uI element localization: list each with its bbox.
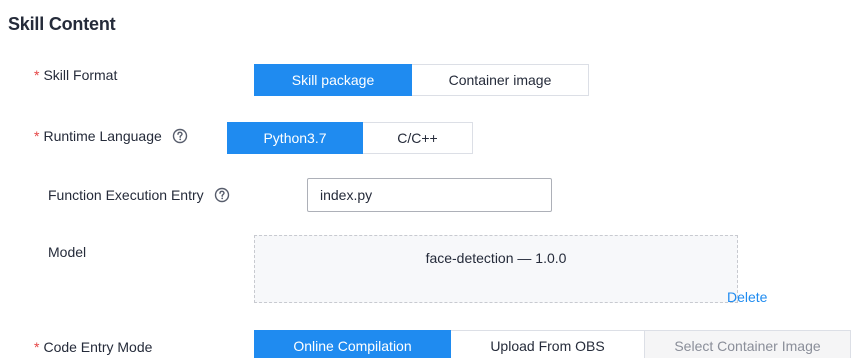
model-label-text: Model xyxy=(48,244,87,260)
skill-format-label-text: Skill Format xyxy=(43,67,118,83)
model-selection-box: face-detection — 1.0.0 xyxy=(254,235,738,303)
question-circle-icon[interactable] xyxy=(214,187,230,203)
function-entry-input[interactable] xyxy=(307,178,552,212)
code-entry-option-upload-from-obs[interactable]: Upload From OBS xyxy=(450,330,645,358)
code-entry-mode-label-text: Code Entry Mode xyxy=(43,339,153,355)
function-entry-label-text: Function Execution Entry xyxy=(48,187,204,203)
model-item: face-detection — 1.0.0 xyxy=(425,250,567,266)
runtime-option-python37[interactable]: Python3.7 xyxy=(227,122,363,154)
skill-format-option-skill-package[interactable]: Skill package xyxy=(254,64,412,96)
code-entry-mode-label: * Code Entry Mode xyxy=(34,339,152,355)
skill-format-option-container-image[interactable]: Container image xyxy=(411,64,589,96)
runtime-language-label-text: Runtime Language xyxy=(43,128,162,144)
required-mark: * xyxy=(34,128,40,144)
skill-format-label: * Skill Format xyxy=(34,67,117,83)
runtime-language-label: * Runtime Language xyxy=(34,128,188,144)
question-circle-icon[interactable] xyxy=(172,128,188,144)
function-entry-label: Function Execution Entry xyxy=(48,187,230,203)
delete-model-link[interactable]: Delete xyxy=(727,289,767,305)
code-entry-option-online-compilation[interactable]: Online Compilation xyxy=(254,330,451,358)
model-label: Model xyxy=(48,244,86,260)
section-title: Skill Content xyxy=(8,14,116,34)
skill-content-form: Skill Content * Skill Format Skill packa… xyxy=(0,0,853,358)
skill-format-selector: Skill package Container image xyxy=(254,64,589,96)
code-entry-option-select-container-image: Select Container Image xyxy=(644,330,851,358)
runtime-option-c-cpp[interactable]: C/C++ xyxy=(362,122,473,154)
runtime-language-selector: Python3.7 C/C++ xyxy=(227,122,473,154)
required-mark: * xyxy=(34,67,40,83)
required-mark: * xyxy=(34,339,40,355)
code-entry-mode-selector: Online Compilation Upload From OBS Selec… xyxy=(254,330,851,358)
